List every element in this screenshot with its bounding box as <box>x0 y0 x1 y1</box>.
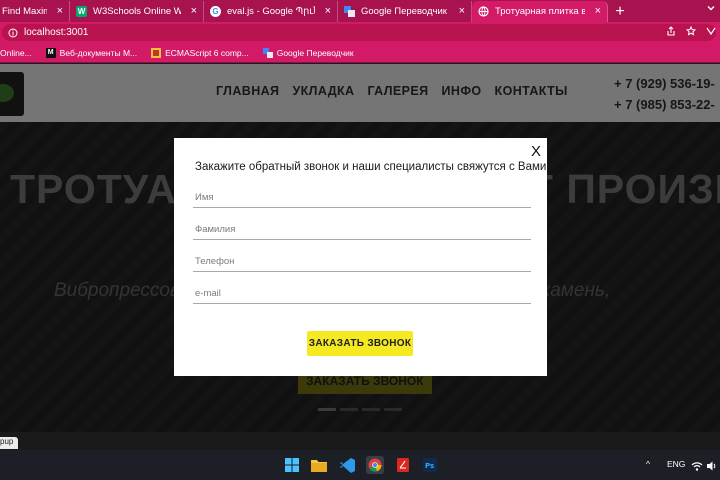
google-icon: G <box>210 6 221 17</box>
name-field[interactable] <box>193 188 531 208</box>
extension-icon[interactable] <box>706 26 716 39</box>
globe-icon <box>478 6 489 17</box>
close-icon[interactable]: × <box>325 5 331 17</box>
omnibox[interactable]: localhost:3001 <box>2 24 716 41</box>
tab-find-maximum[interactable]: Find Maximum a × <box>0 1 70 22</box>
taskbar: Ps ^ ENG <box>0 450 720 480</box>
bookmark-label: Веб-документы M... <box>59 47 138 58</box>
tab-strip: Find Maximum a × W W3Schools Online Web … <box>0 0 720 22</box>
windows-start-icon[interactable] <box>284 457 300 473</box>
translate-icon <box>344 6 355 17</box>
tab-label: Тротуарная плитка в Твери <box>495 6 585 17</box>
w3schools-icon: W <box>76 6 87 17</box>
bookmark-online[interactable]: Online... <box>0 48 32 58</box>
bookmark-label: Google Переводчик <box>276 47 354 58</box>
wifi-icon[interactable] <box>689 458 705 474</box>
bookmark-label: Online... <box>0 47 32 58</box>
email-field[interactable] <box>193 284 531 304</box>
language-indicator[interactable]: ENG <box>667 459 685 469</box>
status-bubble: pup <box>0 437 19 449</box>
bookmark-ecmascript[interactable]: ECMAScript 6 comp... <box>151 47 249 58</box>
photoshop-icon[interactable]: Ps <box>422 457 438 473</box>
close-icon[interactable]: × <box>191 5 197 17</box>
bookmark-label: ECMAScript 6 comp... <box>165 47 249 58</box>
close-icon[interactable]: × <box>57 5 63 17</box>
info-icon[interactable] <box>8 28 18 38</box>
tray-chevron-icon[interactable]: ^ <box>646 459 650 469</box>
tab-w3schools[interactable]: W W3Schools Online Web Tuto × <box>70 1 204 22</box>
close-icon[interactable]: × <box>595 5 601 17</box>
close-icon[interactable]: X <box>531 143 541 160</box>
bookmark-google-translate[interactable]: Google Переводчик <box>262 47 354 58</box>
svg-text:Ps: Ps <box>425 462 434 470</box>
url-text[interactable]: localhost:3001 <box>24 27 89 38</box>
tab-label: Find Maximum a <box>2 6 47 17</box>
phone-field[interactable] <box>193 252 531 272</box>
ecma-icon <box>151 47 162 58</box>
bookmark-mdn[interactable]: M Веб-документы M... <box>45 47 138 58</box>
tab-label: eval.js - Google Պրւնում <box>227 6 315 17</box>
new-tab-button[interactable]: + <box>608 1 632 22</box>
order-call-button[interactable]: ЗАКАЗАТЬ ЗВОНОК <box>307 331 413 356</box>
tab-label: Google Переводчик <box>361 6 447 17</box>
bookmarks-bar: Online... M Веб-документы M... ECMAScrip… <box>0 43 720 63</box>
share-icon[interactable] <box>666 26 676 39</box>
tab-paving-tiles[interactable]: Тротуарная плитка в Твери × <box>472 1 608 22</box>
tab-eval-js[interactable]: G eval.js - Google Պրւնում × <box>204 1 338 22</box>
file-explorer-icon[interactable] <box>311 457 327 473</box>
tab-google-translate[interactable]: Google Переводчик × <box>338 1 472 22</box>
chrome-icon[interactable] <box>366 456 384 474</box>
vscode-icon[interactable] <box>339 457 355 473</box>
callback-modal: X Закажите обратный звонок и наши специа… <box>174 138 547 376</box>
translate-icon <box>262 47 273 58</box>
address-bar: localhost:3001 <box>0 22 720 43</box>
modal-title: Закажите обратный звонок и наши специали… <box>195 161 547 173</box>
volume-icon[interactable] <box>704 458 720 474</box>
close-icon[interactable]: × <box>459 5 465 17</box>
surname-field[interactable] <box>193 220 531 240</box>
star-icon[interactable] <box>685 25 697 39</box>
acrobat-icon[interactable] <box>395 457 411 473</box>
chevron-down-icon[interactable] <box>706 3 716 16</box>
mdn-icon: M <box>45 47 56 58</box>
tab-label: W3Schools Online Web Tuto <box>93 6 181 17</box>
